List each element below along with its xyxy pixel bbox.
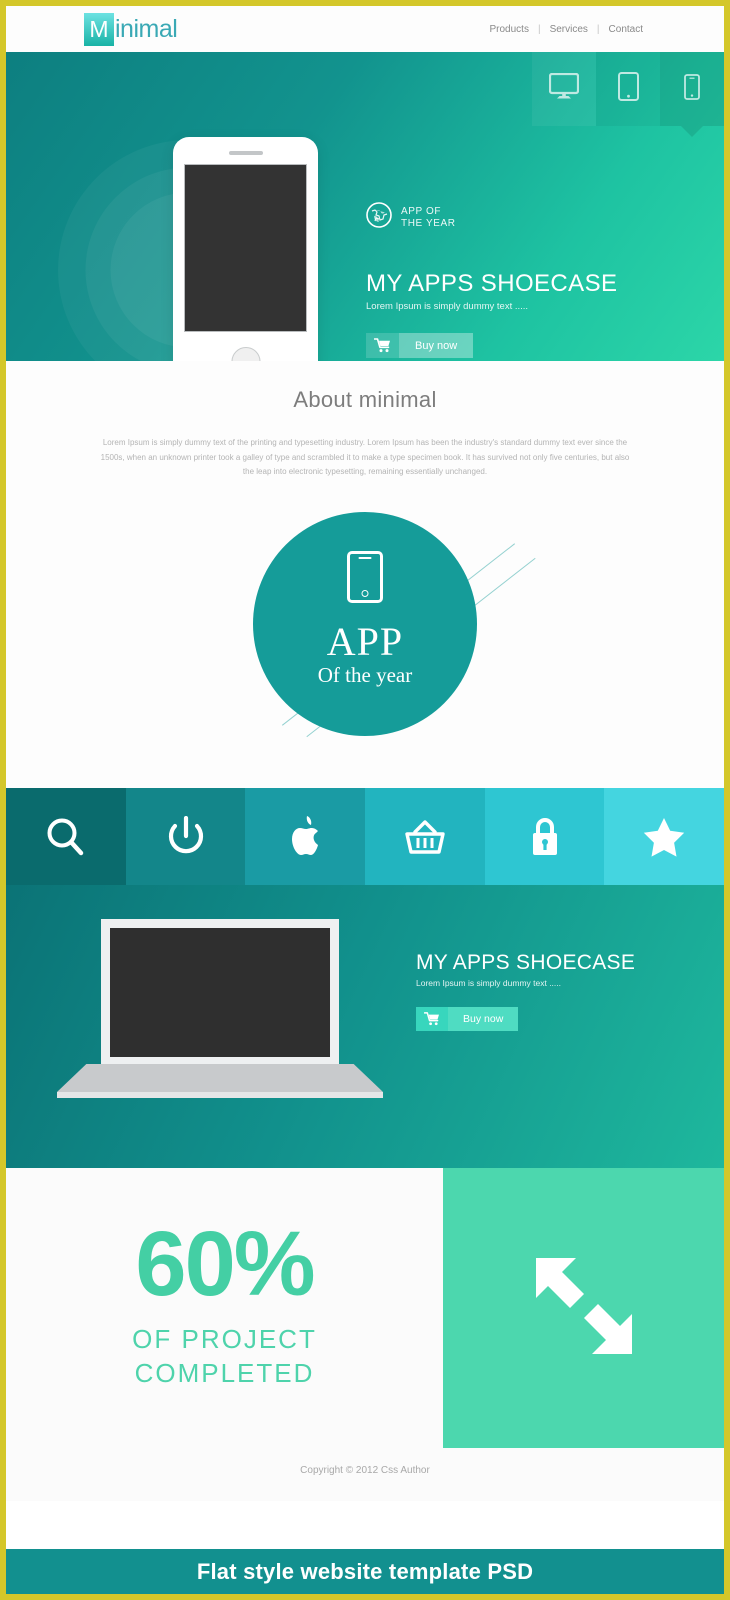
watermark: www.heritagechristiancollege.com	[40, 1537, 182, 1547]
icon-tile-lock[interactable]	[484, 788, 605, 885]
icon-tile-apple[interactable]	[245, 788, 366, 885]
nav-item-products[interactable]: Products	[480, 24, 537, 35]
search-icon	[45, 816, 87, 858]
laptop-lid	[101, 919, 339, 1064]
site-header: M inimal Products | Services | Contact	[6, 6, 724, 52]
nav-item-contact[interactable]: Contact	[600, 24, 652, 35]
bottom-banner: Flat style website template PSD	[6, 1549, 724, 1594]
progress-label-line-1: OF PROJECT	[132, 1324, 317, 1354]
laptop-base	[57, 1064, 383, 1092]
laptop-buy-now-button[interactable]: Buy now	[416, 1007, 519, 1031]
page-root: M inimal Products | Services | Contact A…	[0, 0, 730, 1600]
bottom-banner-text: Flat style website template PSD	[196, 1558, 534, 1584]
tablet-icon	[617, 72, 639, 106]
badge-subtitle: Of the year	[317, 662, 413, 687]
apple-icon	[287, 815, 323, 859]
device-tab-mobile[interactable]	[660, 52, 724, 137]
award-text: APP OF THE YEAR	[401, 206, 456, 230]
expand-arrows-icon	[518, 1240, 650, 1377]
progress-percentage: 60%	[135, 1213, 315, 1315]
star-icon	[641, 815, 687, 859]
award-badge: APP OF THE YEAR	[366, 202, 617, 233]
laptop-foot	[57, 1092, 383, 1098]
basket-icon	[403, 816, 447, 858]
laptop-title: MY APPS SHOECASE	[416, 951, 636, 974]
mobile-icon	[684, 73, 700, 105]
copyright-text: Copyright © 2012 Css Author	[300, 1465, 430, 1476]
award-line-2: THE YEAR	[401, 217, 456, 229]
hero-copy: APP OF THE YEAR MY APPS SHOECASE Lorem I…	[366, 202, 617, 358]
laptop-screen	[110, 928, 330, 1057]
phone-screen	[184, 164, 307, 332]
active-tab-caret	[681, 126, 703, 137]
desktop-icon	[548, 72, 580, 105]
about-title: About minimal	[293, 387, 437, 412]
mobile-phone-icon	[347, 550, 383, 603]
hero-subtitle: Lorem Ipsum is simply dummy text .....	[366, 301, 529, 312]
app-of-the-year-badge: APP Of the year	[253, 511, 477, 736]
icon-tile-search[interactable]	[6, 788, 126, 885]
icon-tile-star[interactable]	[604, 788, 724, 885]
device-tabs	[532, 52, 724, 137]
footer: Copyright © 2012 Css Author	[6, 1448, 724, 1501]
template-frame: M inimal Products | Services | Contact A…	[6, 6, 724, 1594]
progress-label-line-2: COMPLETED	[134, 1358, 315, 1388]
icon-bar	[6, 788, 724, 885]
hero-buy-now-button[interactable]: Buy now	[366, 333, 474, 358]
hero-section: APP OF THE YEAR MY APPS SHOECASE Lorem I…	[6, 52, 724, 361]
about-body: Lorem Ipsum is simply dummy text of the …	[100, 438, 630, 476]
stats-section: 60% OF PROJECT COMPLETED	[6, 1168, 724, 1448]
about-section: About minimal Lorem Ipsum is simply dumm…	[6, 361, 724, 788]
icon-tile-basket[interactable]	[365, 788, 485, 885]
nav-item-services[interactable]: Services	[541, 24, 597, 35]
award-line-1: APP OF	[401, 205, 442, 217]
phone-home-button	[231, 347, 260, 361]
laptop-buy-now-label: Buy now	[448, 1007, 519, 1031]
badge-title: APP	[326, 618, 404, 664]
laptop-section: MY APPS SHOECASE Lorem Ipsum is simply d…	[6, 885, 724, 1168]
cart-icon	[366, 333, 399, 358]
app-badge-wrapper: APP Of the year	[6, 508, 724, 758]
logo-word: inimal	[115, 14, 178, 43]
logo-badge: M	[84, 12, 114, 46]
device-tab-desktop[interactable]	[532, 52, 596, 126]
laptop-copy: MY APPS SHOECASE Lorem Ipsum is simply d…	[416, 951, 635, 1031]
device-tab-tablet[interactable]	[596, 52, 660, 126]
hero-buy-now-label: Buy now	[399, 333, 474, 358]
cart-icon	[416, 1007, 448, 1031]
laptop-mockup	[57, 919, 383, 1098]
lock-icon	[529, 815, 561, 859]
expand-panel	[443, 1168, 724, 1448]
logo[interactable]: M inimal	[84, 12, 178, 46]
power-icon	[166, 815, 206, 858]
main-nav: Products | Services | Contact	[480, 24, 652, 35]
hero-title: MY APPS SHOECASE	[366, 270, 618, 297]
phone-speaker	[228, 151, 263, 155]
globe-icon	[366, 202, 392, 233]
laptop-subtitle: Lorem Ipsum is simply dummy text .....	[416, 978, 562, 988]
icon-tile-power[interactable]	[125, 788, 246, 885]
progress-stat: 60% OF PROJECT COMPLETED	[6, 1168, 443, 1448]
phone-mockup	[173, 137, 318, 361]
